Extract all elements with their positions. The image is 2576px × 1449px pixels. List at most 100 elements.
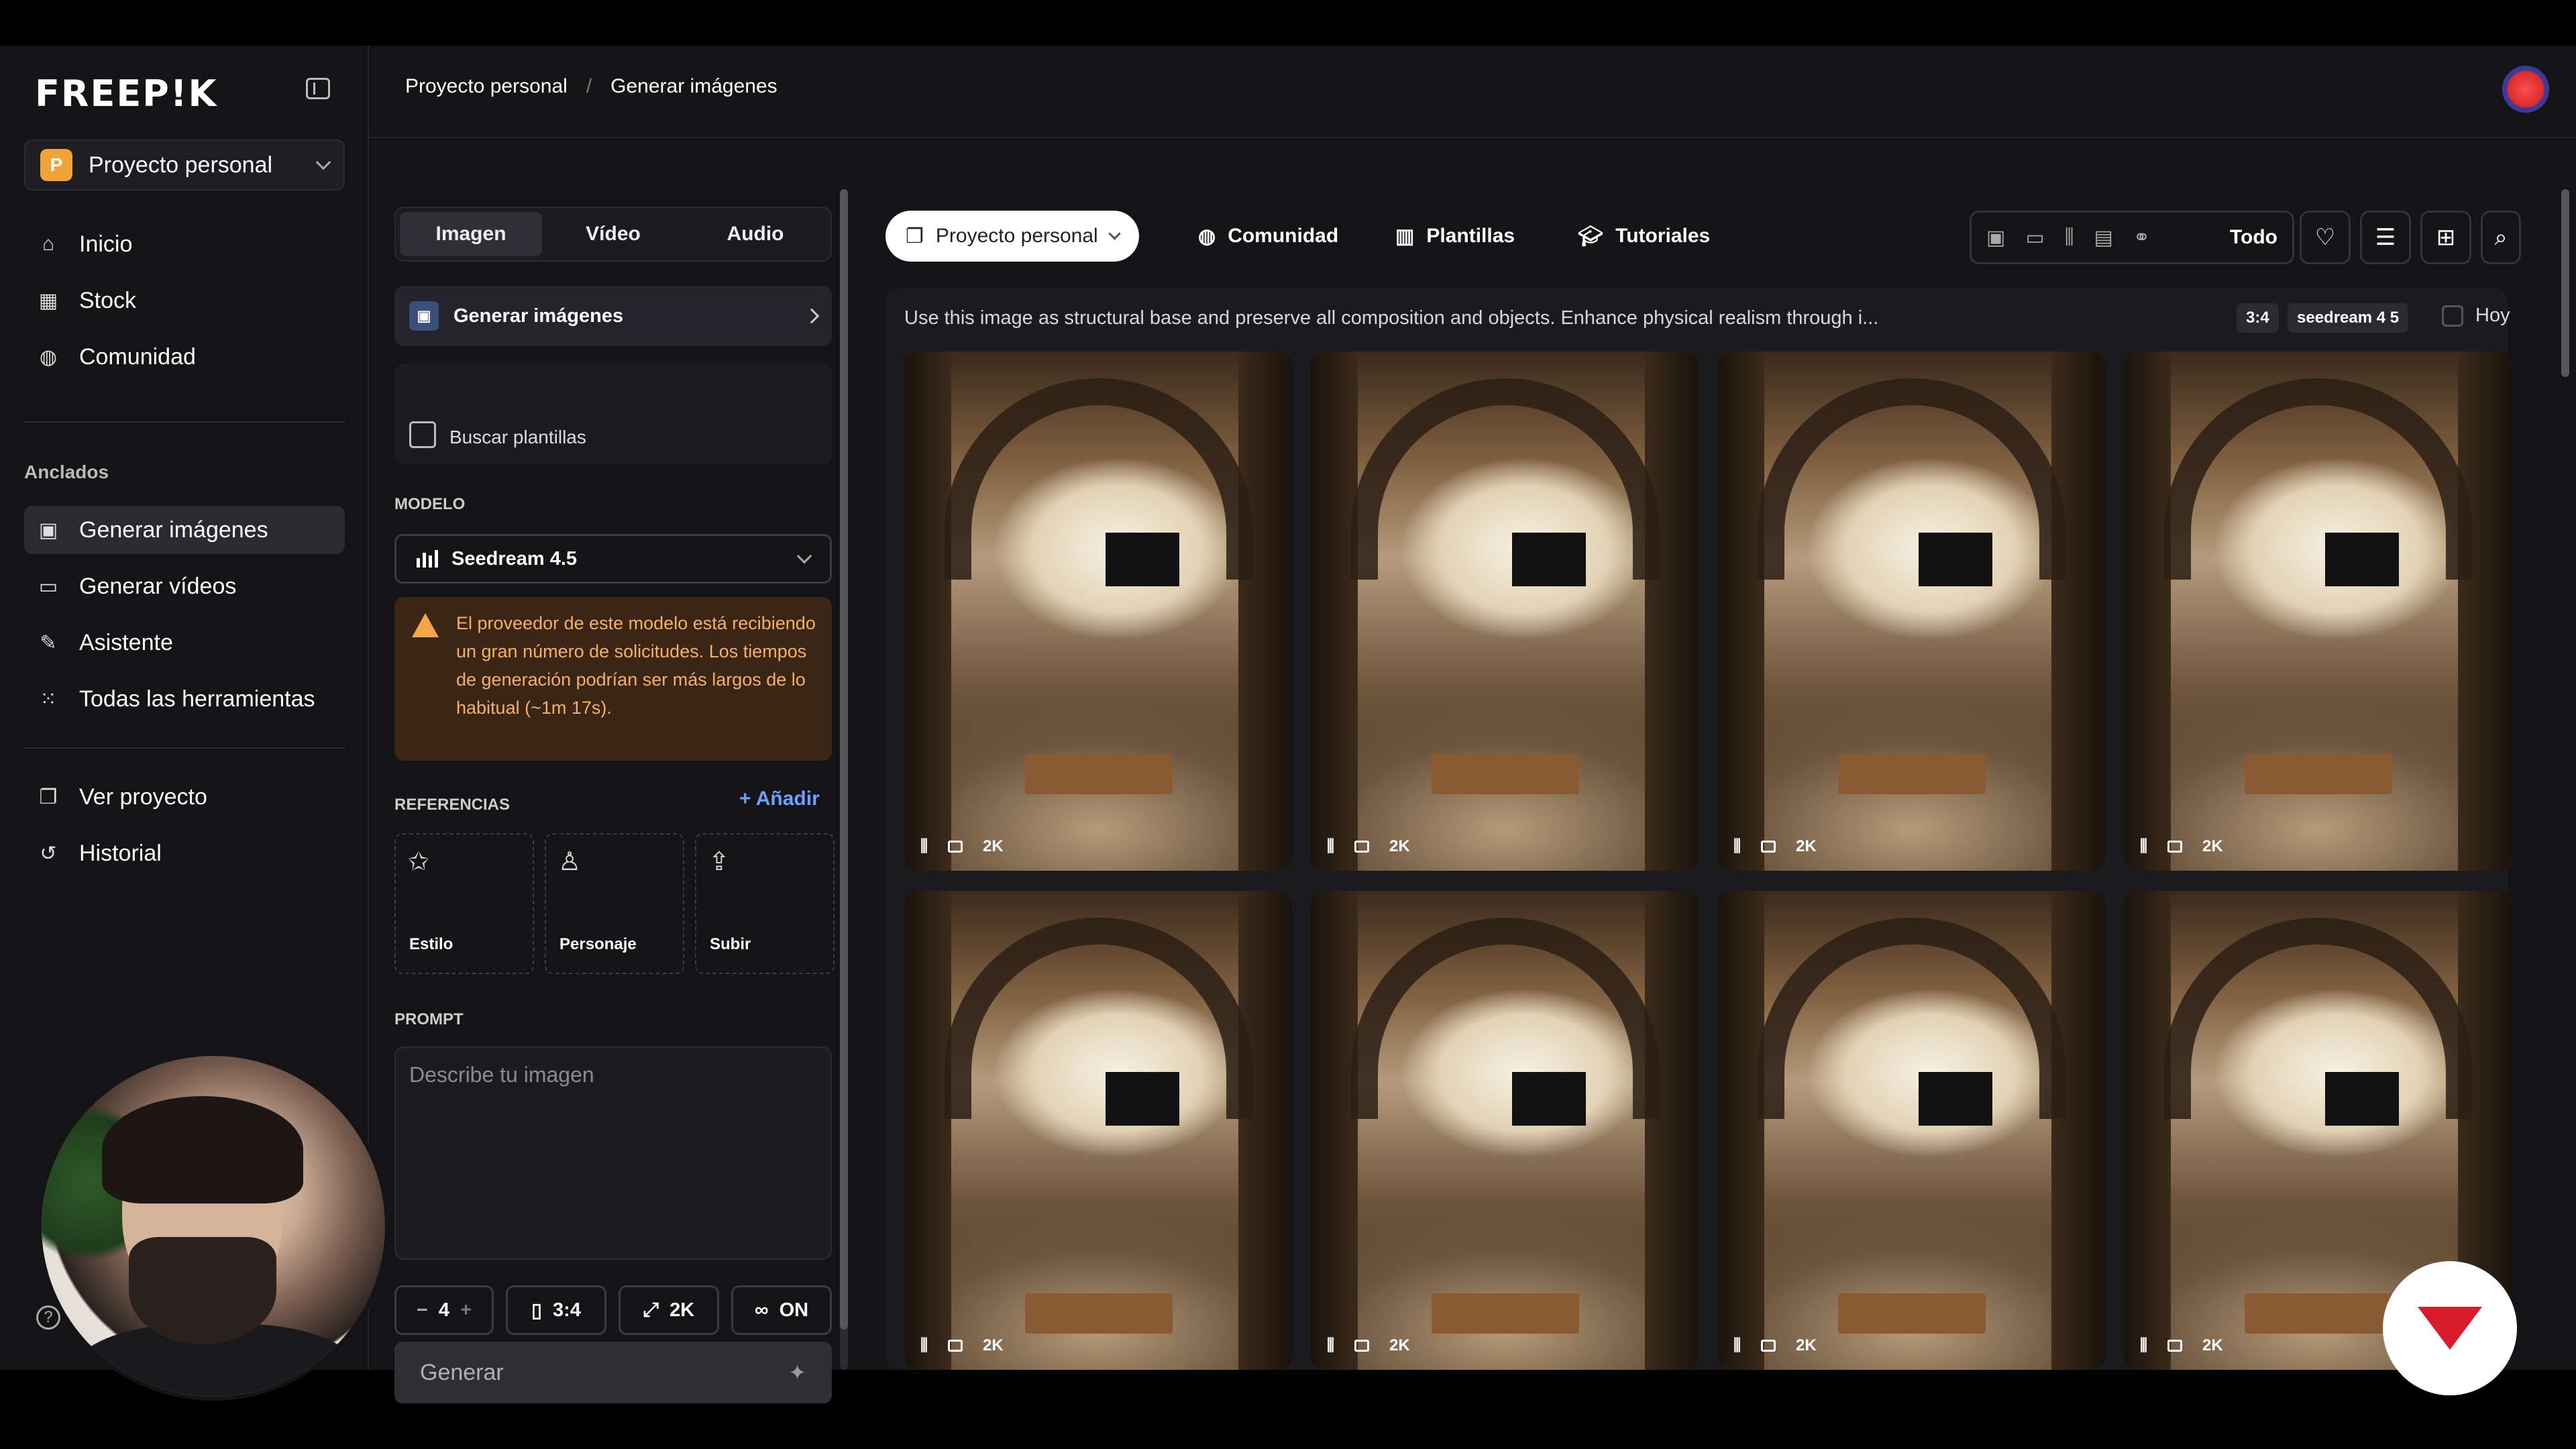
- tutorials-chip[interactable]: 🎓︎ Tutoriales: [1558, 211, 1730, 262]
- breadcrumb-project[interactable]: Proyecto personal: [405, 75, 568, 98]
- generation-prompt-text[interactable]: Use this image as structural base and pr…: [904, 307, 1937, 329]
- sidebar-item-historial[interactable]: ↺ Historial: [24, 829, 345, 877]
- floating-brand-button[interactable]: [2383, 1261, 2517, 1395]
- globe-icon: ◍: [1198, 225, 1216, 248]
- loop-value: ON: [779, 1299, 809, 1321]
- generated-image[interactable]: ⫼ 2K: [2124, 352, 2512, 871]
- graduation-icon: 🎓︎: [1578, 225, 1604, 248]
- avatar[interactable]: [2502, 66, 2549, 113]
- video-icon: ▭: [38, 575, 58, 598]
- panel-scrollbar[interactable]: [840, 189, 848, 1370]
- aspect-ratio-button[interactable]: ▯ 3:4: [506, 1285, 606, 1335]
- model-bars-icon: ⫼: [920, 837, 928, 855]
- aspect-ratio-value: 3:4: [553, 1299, 581, 1321]
- image-content: [1106, 1072, 1179, 1126]
- image-icon: [1761, 1340, 1776, 1352]
- image-content: [1351, 918, 1660, 1119]
- today-filter[interactable]: Hoy: [2442, 305, 2510, 327]
- image-content: [2164, 378, 2473, 580]
- tab-imagen[interactable]: Imagen: [400, 212, 542, 256]
- search-templates-label: Buscar plantillas: [449, 427, 586, 447]
- community-chip[interactable]: ◍ Comunidad: [1178, 211, 1358, 262]
- favorites-button[interactable]: ♡: [2300, 211, 2351, 264]
- generated-image[interactable]: ⫼ 2K: [1717, 352, 2105, 871]
- generated-image[interactable]: ⫼ 2K: [1717, 891, 2105, 1370]
- reference-character[interactable]: ♙ Personaje: [545, 833, 684, 974]
- infinity-icon: ∞: [754, 1299, 769, 1321]
- image-content: [1311, 891, 1358, 1370]
- reference-style[interactable]: ✩ Estilo: [394, 833, 534, 974]
- stock-icon: ▦: [38, 289, 58, 312]
- templates-chip[interactable]: ▥ Plantillas: [1375, 211, 1535, 262]
- image-content: [945, 378, 1253, 580]
- sidebar-item-todas-herramientas[interactable]: ⁙ Todas las herramientas: [24, 675, 345, 723]
- image-content: [2164, 918, 2473, 1119]
- image-content: [1758, 918, 2066, 1119]
- image-content: [1432, 1293, 1579, 1334]
- help-icon[interactable]: ?: [36, 1305, 60, 1330]
- today-checkbox[interactable]: [2442, 305, 2463, 327]
- sidebar-item-generar-imagenes[interactable]: ▣ Generar imágenes: [24, 506, 345, 554]
- sidebar-item-stock[interactable]: ▦ Stock: [24, 276, 345, 325]
- generate-label: Generar: [420, 1359, 504, 1385]
- generated-image[interactable]: ⫼ 2K: [904, 891, 1292, 1370]
- tab-audio[interactable]: Audio: [684, 212, 826, 256]
- image-icon: [1761, 841, 1776, 853]
- image-filter-icon[interactable]: ▣: [1986, 226, 2005, 250]
- gallery-scrollbar[interactable]: [2561, 189, 2569, 377]
- generated-image[interactable]: ⫼ 2K: [904, 352, 1292, 871]
- generated-image[interactable]: ⫼ 2K: [1311, 891, 1699, 1370]
- phone-icon: ▯: [531, 1299, 543, 1322]
- sidebar-item-inicio[interactable]: ⌂ Inicio: [24, 220, 345, 268]
- minus-icon[interactable]: −: [417, 1299, 428, 1322]
- freepik-logo[interactable]: FREEP!K: [35, 72, 217, 115]
- sidebar-item-asistente[interactable]: ✎ Asistente: [24, 619, 345, 667]
- generated-image[interactable]: ⫼ 2K: [1311, 352, 1699, 871]
- link-filter-icon[interactable]: ⚭: [2133, 226, 2150, 250]
- add-reference-button[interactable]: + Añadir: [739, 788, 820, 810]
- image-content: [1238, 891, 1292, 1370]
- sidebar-toggle-icon[interactable]: [306, 78, 330, 99]
- divider: [24, 747, 345, 749]
- plus-icon: +: [739, 788, 756, 810]
- count-stepper[interactable]: − 4 +: [394, 1285, 494, 1335]
- audio-filter-icon[interactable]: ⫼: [2065, 226, 2074, 249]
- project-selector[interactable]: P Proyecto personal: [24, 140, 345, 191]
- generate-images-row[interactable]: ▣ Generar imágenes: [394, 286, 832, 346]
- filters-button[interactable]: ☰: [2360, 211, 2411, 264]
- loop-toggle[interactable]: ∞ ON: [731, 1285, 832, 1335]
- sidebar-item-comunidad[interactable]: ◍ Comunidad: [24, 333, 345, 381]
- sidebar-item-generar-videos[interactable]: ▭ Generar vídeos: [24, 562, 345, 610]
- search-templates-row[interactable]: Buscar plantillas: [394, 364, 832, 464]
- plus-icon[interactable]: +: [460, 1299, 472, 1322]
- model-bars-icon: [417, 550, 438, 568]
- project-selector-label: Proyecto personal: [89, 152, 273, 178]
- image-content: [1758, 378, 2066, 580]
- model-bars-icon: ⫼: [1733, 837, 1741, 855]
- image-meta: ⫼ 2K: [920, 837, 1004, 856]
- project-filter-chip[interactable]: ❐ Proyecto personal: [885, 211, 1139, 262]
- image-meta: ⫼ 2K: [2140, 837, 2223, 856]
- model-tag: seedream 4 5: [2288, 303, 2409, 333]
- image-meta: ⫼ 2K: [2140, 1336, 2223, 1355]
- search-button[interactable]: ⌕: [2481, 211, 2521, 264]
- generate-button[interactable]: Generar ✦: [394, 1342, 832, 1403]
- warning-icon: [412, 613, 439, 637]
- media-type-filter: ▣ ▭ ⫼ ▤ ⚭ Todo: [1970, 211, 2294, 264]
- upload-icon: ⇪: [708, 848, 730, 876]
- filter-all[interactable]: Todo: [2230, 226, 2277, 249]
- image-icon: [948, 1340, 963, 1352]
- model-selector[interactable]: Seedream 4.5: [394, 534, 832, 584]
- prompt-input[interactable]: Describe tu imagen: [394, 1046, 832, 1260]
- sidebar-item-ver-proyecto[interactable]: ❐ Ver proyecto: [24, 773, 345, 821]
- image-content: [2325, 1072, 2399, 1126]
- resolution-button[interactable]: ⤢ 2K: [619, 1285, 719, 1335]
- image-content: [1645, 891, 1699, 1370]
- grid-view-button[interactable]: ⊞: [2420, 211, 2471, 264]
- tab-video[interactable]: Vídeo: [542, 212, 684, 256]
- image-meta: ⫼ 2K: [1327, 837, 1410, 856]
- reference-upload[interactable]: ⇪ Subir: [695, 833, 835, 974]
- clip-filter-icon[interactable]: ▤: [2094, 226, 2113, 250]
- video-filter-icon[interactable]: ▭: [2025, 226, 2044, 250]
- image-content: [1717, 352, 1764, 871]
